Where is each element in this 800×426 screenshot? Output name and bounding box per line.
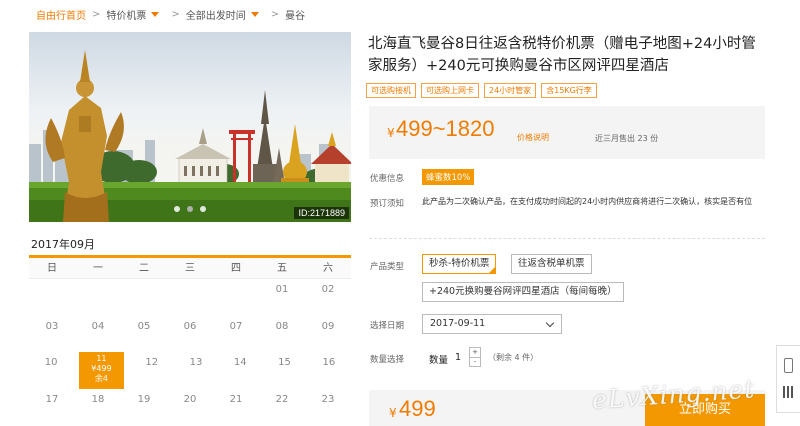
qr-code-icon[interactable] (783, 386, 795, 398)
buy-now-button[interactable]: 立即购买 (645, 394, 765, 426)
breadcrumb: 自由行首页 > 特价机票 > 全部出发时间 > 曼谷 (36, 6, 305, 22)
calendar-day[interactable]: 02 (305, 279, 351, 316)
product-title: 北海直飞曼谷8日往返含税特价机票（赠电子地图+24小时管家服务）+240元可换购… (368, 36, 756, 74)
breadcrumb-flights-link[interactable]: 特价机票 (106, 7, 146, 22)
notice-label: 预订须知 (370, 199, 405, 209)
calendar-day (167, 279, 213, 316)
breadcrumb-separator: > (92, 8, 101, 20)
calendar-day[interactable]: 13 (174, 352, 218, 389)
calendar-day[interactable]: 19 (121, 389, 167, 426)
date-select[interactable]: 2017-09-11 (422, 314, 562, 334)
mobile-phone-icon[interactable] (784, 358, 793, 373)
carousel-dot[interactable] (200, 206, 206, 212)
bottom-price-currency: ¥ (389, 406, 397, 420)
chevron-down-icon[interactable] (151, 11, 160, 17)
calendar-weekday: 日 (47, 263, 57, 274)
bottom-price: 499 (399, 396, 436, 421)
calendar-day[interactable]: 04 (75, 316, 121, 353)
breadcrumb-home-link[interactable]: 自由行首页 (36, 7, 86, 22)
quantity-input[interactable]: 1 (455, 352, 461, 363)
carousel-dot-active[interactable] (187, 206, 193, 212)
calendar-day[interactable]: 03 (29, 316, 75, 353)
price-panel: ¥ 499~1820 价格说明 近三月售出 23 份 (369, 106, 765, 159)
sold-count: 近三月售出 23 份 (595, 134, 659, 143)
calendar-day (29, 279, 75, 316)
calendar-day[interactable]: 16 (307, 352, 351, 389)
calendar-day[interactable]: 15 (262, 352, 306, 389)
product-hero-image[interactable]: ID:2171889 (29, 32, 351, 222)
product-type-option-hotel-upgrade[interactable]: +240元换购曼谷网评四星酒店（每间每晚） (422, 282, 624, 302)
calendar-grid: 01 02 03 04 05 06 07 08 09 10 11 ¥499 余4 12 13 14 15 16 17… (29, 279, 351, 425)
calendar-weekday: 四 (231, 263, 241, 274)
calendar-weekday: 二 (139, 263, 149, 274)
calendar-day[interactable]: 18 (75, 389, 121, 426)
quantity-minus-button[interactable]: - (470, 357, 480, 366)
calendar-day-remaining: 余4 (94, 374, 108, 383)
calendar-day[interactable]: 10 (29, 352, 73, 389)
calendar-day (121, 279, 167, 316)
product-type-option-flash-sale[interactable]: 秒杀-特价机票 (422, 254, 497, 274)
calendar-week-row: 01 02 (29, 279, 351, 316)
calendar-day[interactable]: 01 (259, 279, 305, 316)
calendar-week-row: 10 11 ¥499 余4 12 13 14 15 16 (29, 352, 351, 389)
hero-carousel-dots (174, 206, 213, 212)
calendar-weekday: 三 (185, 263, 195, 274)
calendar-weekday: 六 (323, 263, 333, 274)
calendar-week-row: 17 18 19 20 21 22 23 (29, 389, 351, 426)
calendar-day[interactable]: 05 (121, 316, 167, 353)
product-tags: 可选购接机 可选购上网卡 24小时管家 含15KG行李 (366, 83, 602, 98)
calendar-day[interactable]: 22 (259, 389, 305, 426)
price-note-link[interactable]: 价格说明 (517, 132, 549, 143)
chevron-down-icon (545, 318, 555, 328)
calendar-day-selected[interactable]: 11 ¥499 余4 (79, 352, 124, 389)
calendar-day[interactable]: 07 (213, 316, 259, 353)
promo-badge: 蜂蜜数10% (422, 169, 475, 185)
section-divider (369, 238, 765, 239)
product-tag: 含15KG行李 (541, 83, 597, 98)
product-type-option-round-trip[interactable]: 往返含税单机票 (511, 254, 592, 274)
breadcrumb-separator: > (171, 8, 180, 20)
side-float-toolbar[interactable] (776, 345, 800, 413)
calendar-day[interactable]: 21 (213, 389, 259, 426)
calendar-day[interactable]: 14 (218, 352, 262, 389)
notice-text: 此产品为二次确认产品，在支付成功时间起的24小时内供应商将进行二次确认，核实是否… (422, 197, 753, 206)
product-type-label: 产品类型 (370, 262, 405, 272)
calendar-week-row: 03 04 05 06 07 08 09 (29, 316, 351, 353)
calendar-day[interactable]: 20 (167, 389, 213, 426)
product-tag: 可选购接机 (366, 83, 416, 98)
quantity-stepper[interactable]: + - (469, 347, 481, 367)
calendar-day (75, 279, 121, 316)
calendar-day[interactable]: 12 (130, 352, 174, 389)
calendar-day[interactable]: 23 (305, 389, 351, 426)
product-tag: 24小时管家 (484, 83, 537, 98)
calendar-day[interactable]: 06 (167, 316, 213, 353)
quantity-remaining: （剩余 4 件） (488, 353, 539, 362)
date-label: 选择日期 (370, 321, 405, 331)
product-tag: 可选购上网卡 (421, 83, 479, 98)
breadcrumb-separator: > (270, 8, 280, 20)
calendar-weekday: 一 (93, 263, 103, 274)
calendar-day[interactable]: 17 (29, 389, 75, 426)
quantity-label: 数量选择 (370, 355, 405, 365)
promo-label: 优惠信息 (370, 174, 405, 184)
calendar-day[interactable]: 09 (305, 316, 351, 353)
breadcrumb-current: 曼谷 (285, 10, 306, 22)
calendar-weekday: 五 (277, 263, 287, 274)
price-currency: ¥ (387, 126, 395, 140)
calendar-weekday-header: 日一二三四五六 (29, 255, 351, 279)
date-select-value: 2017-09-11 (430, 318, 486, 329)
carousel-dot[interactable] (174, 206, 180, 212)
calendar-day-number: 11 (96, 354, 107, 363)
calendar-day-price: ¥499 (91, 364, 112, 373)
price-range: 499~1820 (396, 116, 495, 141)
quantity-name: 数量 (429, 355, 449, 366)
chevron-down-icon[interactable] (250, 11, 259, 17)
quantity-plus-button[interactable]: + (470, 348, 480, 357)
calendar-day (213, 279, 259, 316)
calendar-month-title: 2017年09月 (31, 238, 95, 251)
bangkok-scene-illustration (29, 50, 351, 222)
breadcrumb-departure-time-link[interactable]: 全部出发时间 (186, 7, 246, 22)
calendar-day[interactable]: 08 (259, 316, 305, 353)
hero-image-id: ID:2171889 (294, 207, 349, 219)
